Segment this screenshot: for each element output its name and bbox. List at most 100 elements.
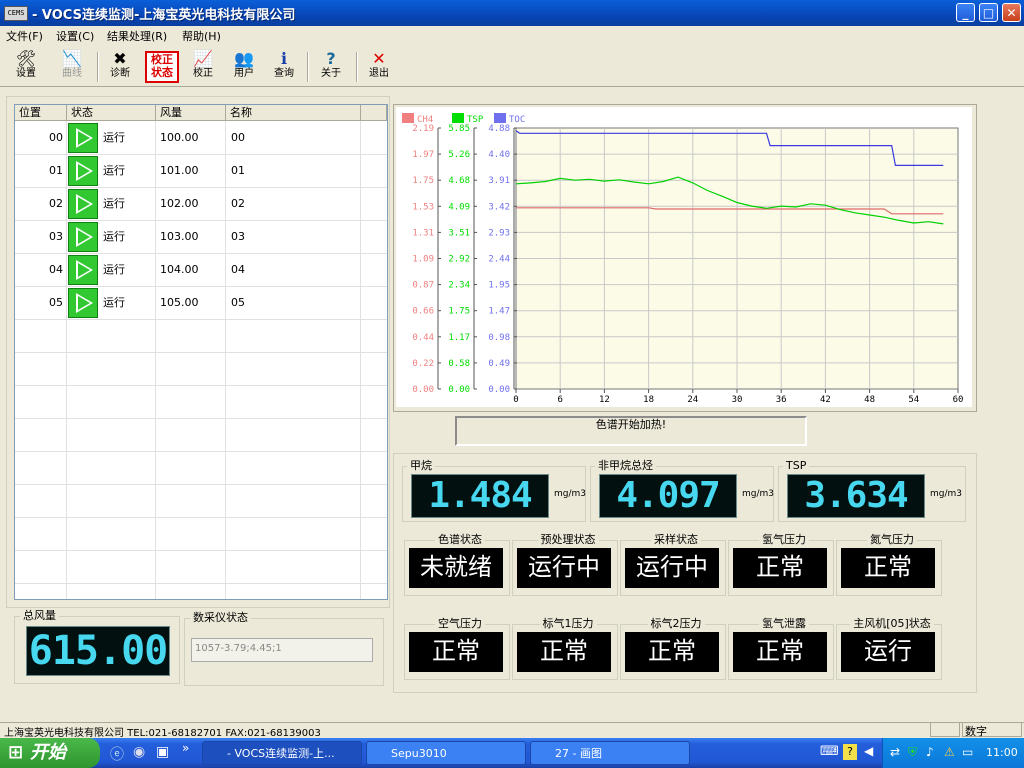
- security-icon[interactable]: ⚠: [944, 745, 955, 759]
- table-row[interactable]: 00 运行 100.00 00: [15, 121, 387, 155]
- table-row[interactable]: 01 运行 101.00 01: [15, 154, 387, 188]
- reading-display: 1.484: [411, 474, 549, 518]
- x-tick-label: 6: [557, 395, 562, 405]
- y-tick-label: 0.00: [488, 385, 510, 395]
- quicklaunch-more[interactable]: »: [182, 741, 189, 755]
- calib-status-label-2: 状态: [151, 66, 173, 79]
- start-button[interactable]: ⊞ 开始: [0, 738, 100, 768]
- y-tick-label: 3.42: [488, 202, 510, 212]
- y-tick-label: 2.34: [448, 281, 470, 291]
- x-tick-label: 0: [513, 395, 518, 405]
- table-row: [15, 484, 387, 518]
- row-name: 00: [231, 131, 245, 144]
- exit-button[interactable]: ✕ 退出: [359, 50, 399, 84]
- status-message: 色谱开始加热!: [455, 416, 807, 446]
- calibrate-button[interactable]: 📈 校正: [183, 50, 223, 84]
- col-header-flow[interactable]: 风量: [156, 105, 226, 121]
- toolbar-separator: [307, 52, 309, 82]
- table-row[interactable]: 05 运行 105.00 05: [15, 286, 387, 320]
- run-status-icon: [68, 288, 98, 318]
- reading-value: 3.634: [804, 475, 908, 516]
- row-flow: 103.00: [160, 230, 199, 243]
- status-label: 标气1压力: [512, 617, 624, 630]
- col-header-empty: [361, 105, 387, 121]
- clock[interactable]: 11:00: [986, 746, 1018, 759]
- menu-results[interactable]: 结果处理(R): [107, 28, 167, 44]
- tray-expand-icon[interactable]: ◀: [864, 744, 873, 758]
- status-label: 主风机[05]状态: [836, 617, 948, 630]
- media-icon[interactable]: ◉: [133, 744, 151, 762]
- reading-label: 甲烷: [407, 460, 435, 472]
- curve-button[interactable]: 📉 曲线: [52, 50, 92, 84]
- daq-status-label: 数采仪状态: [190, 612, 251, 624]
- y-tick-label: 1.95: [488, 281, 510, 291]
- row-name: 01: [231, 164, 245, 177]
- run-status-icon: [68, 222, 98, 252]
- query-button[interactable]: ℹ 查询: [264, 50, 304, 84]
- reading-display: 3.634: [787, 474, 925, 518]
- speaker-icon[interactable]: ♪: [926, 745, 934, 759]
- row-name: 03: [231, 230, 245, 243]
- maximize-button[interactable]: □: [979, 3, 998, 22]
- col-header-position[interactable]: 位置: [15, 105, 67, 121]
- total-flow-display: 615.00: [26, 626, 170, 676]
- y-tick-label: 0.22: [412, 359, 434, 369]
- menu-help[interactable]: 帮助(H): [182, 28, 221, 44]
- col-header-name[interactable]: 名称: [226, 105, 361, 121]
- shield-icon[interactable]: ⛨: [908, 745, 917, 760]
- row-flow: 104.00: [160, 263, 199, 276]
- legend-label: TSP: [467, 115, 484, 125]
- user-button[interactable]: 👥 用户: [224, 50, 264, 84]
- y-tick-label: 0.58: [448, 359, 470, 369]
- ie-icon[interactable]: ⓔ: [110, 744, 128, 763]
- row-position: 00: [49, 131, 63, 144]
- menu-file[interactable]: 文件(F): [6, 28, 43, 44]
- help-tray-icon[interactable]: ?: [843, 744, 857, 760]
- status-label: 氮气压力: [836, 533, 948, 546]
- close-button[interactable]: ✕: [1002, 3, 1021, 22]
- network-icon[interactable]: ⇄: [890, 745, 900, 759]
- status-value: 运行中: [625, 548, 719, 588]
- y-tick-label: 0.44: [412, 333, 434, 343]
- reading-value: 4.097: [616, 475, 720, 516]
- display-icon[interactable]: ▭: [962, 745, 973, 759]
- diagnose-button[interactable]: ✖ 诊断: [100, 50, 140, 84]
- task-sepu3010[interactable]: Sepu3010: [366, 741, 526, 765]
- menu-settings[interactable]: 设置(C): [56, 28, 94, 44]
- task-vocs[interactable]: - VOCS连续监测-上...: [202, 741, 362, 765]
- desktop-icon[interactable]: ▣: [156, 744, 174, 762]
- settings-button[interactable]: 🛠 设置: [6, 50, 46, 84]
- about-button[interactable]: ? 关于: [311, 50, 351, 84]
- status-value: 正常: [625, 632, 719, 672]
- row-name: 05: [231, 296, 245, 309]
- keyboard-icon[interactable]: ⌨: [820, 744, 839, 759]
- y-tick-label: 1.47: [488, 307, 510, 317]
- x-tick-label: 36: [776, 395, 787, 405]
- table-row[interactable]: 02 运行 102.00 02: [15, 187, 387, 221]
- y-tick-label: 4.68: [448, 176, 470, 186]
- y-tick-label: 4.88: [488, 124, 510, 134]
- col-header-state[interactable]: 状态: [67, 105, 156, 121]
- table-row: [15, 352, 387, 386]
- legend-swatch: [494, 113, 506, 123]
- y-tick-label: 0.49: [488, 359, 510, 369]
- run-status-icon: [68, 189, 98, 219]
- row-flow: 105.00: [160, 296, 199, 309]
- total-flow-value: 615.00: [28, 628, 169, 674]
- table-row: [15, 319, 387, 353]
- task-paint[interactable]: 27 - 画图: [530, 741, 690, 765]
- status-value: 运行中: [517, 548, 611, 588]
- row-name: 02: [231, 197, 245, 210]
- total-flow-label: 总风量: [20, 610, 59, 622]
- minimize-button[interactable]: _: [956, 3, 975, 22]
- x-tick-label: 30: [732, 395, 743, 405]
- x-tick-label: 12: [599, 395, 610, 405]
- table-row[interactable]: 04 运行 104.00 04: [15, 253, 387, 287]
- table-row[interactable]: 03 运行 103.00 03: [15, 220, 387, 254]
- x-tick-label: 42: [820, 395, 831, 405]
- legend-label: TOC: [509, 115, 525, 125]
- reading-display: 4.097: [599, 474, 737, 518]
- calib-status-button[interactable]: 校正 状态: [145, 51, 179, 83]
- position-table[interactable]: 位置 状态 风量 名称 00 运行 100.00 00 01 运行 101.00 01 02 运行…: [14, 104, 388, 600]
- y-tick-label: 1.97: [412, 150, 434, 160]
